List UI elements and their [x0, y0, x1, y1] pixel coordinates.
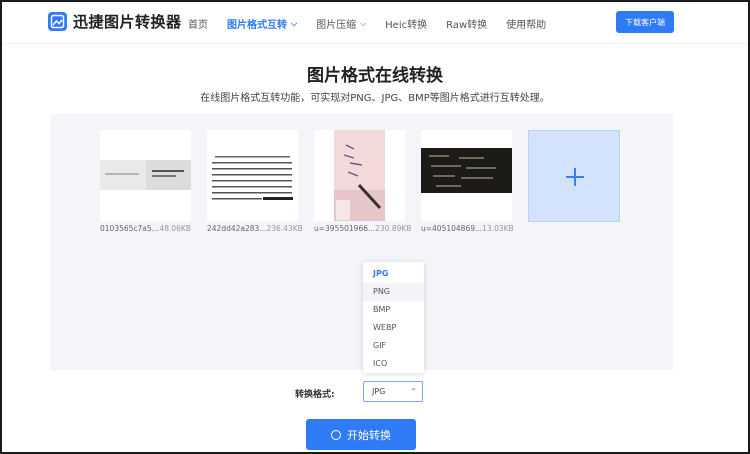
nav-item-format-convert[interactable]: 图片格式互转 ⌵ — [227, 16, 298, 32]
add-file-button[interactable] — [528, 130, 620, 222]
logo-text: 迅捷图片转换器 — [73, 13, 182, 31]
logo-icon — [48, 12, 67, 31]
main-nav: 首页 图片格式互转 ⌵ 图片压缩 ⌵ Heic转换 Raw转换 使用帮助 — [188, 16, 565, 32]
file-caption: u=405104869... 13.03KB — [421, 224, 514, 233]
file-name: 242dd42a283... — [207, 224, 267, 233]
thumbnail-image — [314, 130, 405, 221]
nav-label: 首页 — [188, 20, 208, 31]
nav-item-help[interactable]: 使用帮助 — [506, 16, 546, 31]
start-convert-label: 开始转换 — [347, 428, 391, 442]
file-size: 13.03KB — [482, 224, 514, 233]
file-size: 48.06KB — [159, 224, 191, 233]
chevron-down-icon: ⌵ — [291, 18, 298, 28]
nav-label: 图片压缩 — [316, 20, 357, 31]
file-name: 0103565c7a5... — [100, 224, 159, 233]
file-thumbnail[interactable] — [421, 130, 512, 221]
nav-item-heic[interactable]: Heic转换 — [385, 16, 427, 31]
file-name: u=395501966... — [314, 224, 376, 233]
file-caption: 242dd42a283... 236.43KB — [207, 224, 303, 233]
format-option-webp[interactable]: WEBP — [363, 319, 424, 337]
file-name: u=405104869... — [421, 224, 483, 233]
plus-icon — [574, 168, 576, 186]
nav-label: Raw转换 — [446, 20, 488, 31]
format-label: 转换格式: — [295, 390, 335, 400]
format-dropdown-menu: JPG PNG BMP WEBP GIF ICO — [363, 262, 424, 373]
logo[interactable]: 迅捷图片转换器 — [48, 11, 182, 32]
circle-icon — [331, 429, 341, 440]
thumbnail-image — [100, 130, 191, 221]
file-caption: u=395501966... 230.89KB — [314, 224, 411, 233]
thumbnail-image — [207, 130, 298, 221]
page-subtitle: 在线图片格式互转功能，可实现对PNG、JPG、BMP等图片格式进行互转处理。 — [200, 93, 550, 104]
format-select[interactable]: JPG ⌃ — [363, 381, 423, 402]
start-convert-button[interactable]: 开始转换 — [306, 419, 416, 450]
nav-label: 图片格式互转 — [227, 20, 287, 31]
upload-area[interactable]: 0103565c7a5... 48.06KB 242dd42a283... 23… — [50, 114, 673, 370]
file-thumbnail[interactable] — [207, 130, 298, 221]
file-thumbnail[interactable] — [314, 130, 405, 221]
nav-label: 使用帮助 — [506, 20, 547, 31]
nav-item-home[interactable]: 首页 — [188, 16, 208, 31]
format-option-ico[interactable]: ICO — [363, 355, 424, 373]
format-option-png[interactable]: PNG — [363, 283, 424, 301]
chevron-up-icon: ⌃ — [410, 387, 417, 396]
thumbnail-image — [421, 130, 512, 221]
page-title: 图片格式在线转换 — [307, 66, 443, 86]
file-thumbnail[interactable] — [100, 130, 191, 221]
chevron-down-icon: ⌵ — [360, 18, 367, 28]
format-option-bmp[interactable]: BMP — [363, 301, 424, 319]
file-size: 236.43KB — [266, 224, 303, 233]
nav-item-compress[interactable]: 图片压缩 ⌵ — [316, 16, 367, 32]
nav-item-raw[interactable]: Raw转换 — [446, 16, 487, 31]
top-header: 迅捷图片转换器 首页 图片格式互转 ⌵ 图片压缩 ⌵ Heic转换 Raw转换 使用… — [2, 2, 748, 44]
format-select-value: JPG — [372, 387, 386, 396]
download-client-button[interactable]: 下载客户端 — [616, 11, 674, 33]
format-option-jpg[interactable]: JPG — [363, 265, 424, 283]
nav-label: Heic转换 — [385, 20, 428, 31]
file-size: 230.89KB — [375, 224, 412, 233]
file-caption: 0103565c7a5... 48.06KB — [100, 224, 191, 233]
format-option-gif[interactable]: GIF — [363, 337, 424, 355]
